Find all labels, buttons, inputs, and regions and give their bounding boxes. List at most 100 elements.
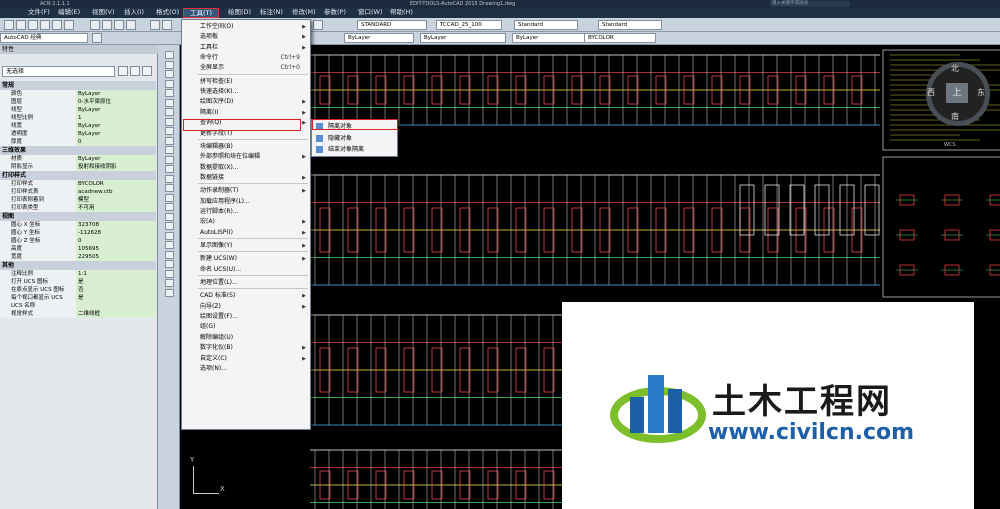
property-value[interactable]: ByLayer bbox=[76, 155, 156, 163]
property-value[interactable]: 1:1 bbox=[76, 270, 156, 278]
property-value[interactable]: 0 bbox=[76, 138, 156, 146]
plotstyle-control-combo[interactable]: BYCOLOR bbox=[584, 33, 656, 43]
match-icon[interactable] bbox=[126, 20, 136, 30]
palette-section-header[interactable]: 视图 bbox=[0, 212, 156, 221]
property-value[interactable]: 105695 bbox=[76, 245, 156, 253]
draw-tool-icon[interactable] bbox=[165, 108, 174, 116]
property-value[interactable]: ByLayer bbox=[76, 90, 156, 98]
draw-tool-icon[interactable] bbox=[165, 260, 174, 268]
property-row[interactable]: 打印样式 BYCOLOR bbox=[0, 180, 156, 188]
property-value[interactable]: 模型 bbox=[76, 196, 156, 204]
viewcube-east[interactable]: 东 bbox=[977, 87, 985, 98]
linetype-control-combo[interactable]: ByLayer bbox=[420, 33, 506, 43]
property-row[interactable]: 注释比例 1:1 bbox=[0, 270, 156, 278]
undo-icon[interactable] bbox=[150, 20, 160, 30]
tools-menu-item[interactable]: 显示图像(Y) ▶ bbox=[182, 240, 310, 252]
menu-10[interactable]: 参数(P) bbox=[318, 8, 352, 18]
cut-icon[interactable] bbox=[90, 20, 100, 30]
property-row[interactable]: UCS 名称 bbox=[0, 302, 156, 310]
draw-tool-icon[interactable] bbox=[165, 79, 174, 88]
palette-section-header[interactable]: 常规 bbox=[0, 81, 156, 90]
viewcube-west[interactable]: 西 bbox=[927, 87, 935, 98]
dim-style-combo[interactable]: TCCAD_25_100 bbox=[436, 20, 502, 30]
mleader-style-combo[interactable]: Standard bbox=[598, 20, 662, 30]
menu-6[interactable]: 工具(T) bbox=[183, 8, 220, 18]
draw-tool-icon[interactable] bbox=[165, 212, 174, 221]
viewcube-south[interactable]: 南 bbox=[951, 111, 959, 122]
draw-tool-icon[interactable] bbox=[165, 174, 174, 183]
draw-tool-icon[interactable] bbox=[165, 136, 174, 145]
property-row[interactable]: 透明度 ByLayer bbox=[0, 130, 156, 138]
wcs-label[interactable]: WCS bbox=[944, 142, 956, 148]
property-value[interactable]: 229505 bbox=[76, 253, 156, 261]
draw-tool-icon[interactable] bbox=[165, 241, 174, 249]
draw-tool-icon[interactable] bbox=[165, 222, 174, 230]
property-row[interactable]: 宽度 229505 bbox=[0, 253, 156, 261]
menu-12[interactable]: 帮助(H) bbox=[384, 8, 419, 18]
draw-tool-icon[interactable] bbox=[165, 155, 174, 164]
menu-8[interactable]: 标注(N) bbox=[254, 8, 289, 18]
plot-icon[interactable] bbox=[40, 20, 50, 30]
property-row[interactable]: 在原点显示 UCS 图标否 bbox=[0, 286, 156, 294]
property-row[interactable]: 线型 ByLayer bbox=[0, 106, 156, 114]
property-row[interactable]: 厚度 0 bbox=[0, 138, 156, 146]
publish-icon[interactable] bbox=[64, 20, 74, 30]
property-value[interactable]: 1 bbox=[76, 114, 156, 122]
workspace-combo[interactable]: AutoCAD 经典 bbox=[0, 33, 88, 43]
draw-tool-icon[interactable] bbox=[165, 51, 174, 59]
property-row[interactable]: 圆心 X 坐标 323708 bbox=[0, 221, 156, 229]
save-icon[interactable] bbox=[28, 20, 38, 30]
isolate-submenu-item[interactable]: 隐藏对象 bbox=[312, 133, 397, 144]
property-row[interactable]: 圆心 Y 坐标 -112628 bbox=[0, 229, 156, 237]
draw-tool-icon[interactable] bbox=[165, 60, 174, 69]
palette-section-header[interactable]: 其他 bbox=[0, 261, 156, 270]
property-row[interactable]: 每个视口都显示 UCS 是 bbox=[0, 294, 156, 302]
property-value[interactable]: 是 bbox=[76, 294, 156, 302]
draw-tool-icon[interactable] bbox=[165, 269, 174, 278]
property-value[interactable]: ByLayer bbox=[76, 122, 156, 130]
draw-tool-icon[interactable] bbox=[165, 279, 174, 287]
draw-tool-icon[interactable] bbox=[165, 288, 174, 297]
menu-4[interactable]: 插入(I) bbox=[118, 8, 150, 18]
tools-menu-item[interactable]: 全屏显示 Ctrl+0 bbox=[182, 62, 310, 74]
viewcube[interactable]: 北 南 东 西 上 bbox=[926, 62, 990, 126]
property-row[interactable]: 材质 ByLayer bbox=[0, 155, 156, 163]
table-style-combo[interactable]: Standard bbox=[514, 20, 578, 30]
property-row[interactable]: 线型比例 1 bbox=[0, 114, 156, 122]
property-value[interactable]: acadnew.ctb bbox=[76, 188, 156, 196]
menu-3[interactable]: 视图(V) bbox=[86, 8, 121, 18]
draw-tool-icon[interactable] bbox=[165, 193, 174, 202]
isolate-submenu-item[interactable]: 结束对象隔离 bbox=[312, 144, 397, 155]
draw-tool-icon[interactable] bbox=[165, 70, 174, 78]
workspace-settings-icon[interactable] bbox=[92, 33, 102, 43]
open-icon[interactable] bbox=[16, 20, 26, 30]
property-value[interactable]: 0 bbox=[76, 237, 156, 245]
draw-tool-icon[interactable] bbox=[165, 165, 174, 173]
draw-tool-icon[interactable] bbox=[165, 203, 174, 211]
property-row[interactable]: 阴影显示 投射和接收阴影 bbox=[0, 163, 156, 171]
property-row[interactable]: 线宽 ByLayer bbox=[0, 122, 156, 130]
palette-section-header[interactable]: 打印样式 bbox=[0, 171, 156, 180]
quick-select-icon[interactable] bbox=[142, 66, 152, 76]
text-style-icon[interactable] bbox=[313, 20, 323, 30]
menu-2[interactable]: 编辑(E) bbox=[52, 8, 86, 18]
selection-combo[interactable]: 无选择 bbox=[2, 66, 115, 77]
redo-icon[interactable] bbox=[162, 20, 172, 30]
tools-menu-item[interactable]: 命名 UCS(U)... bbox=[182, 264, 310, 276]
draw-tool-icon[interactable] bbox=[165, 117, 174, 126]
preview-icon[interactable] bbox=[52, 20, 62, 30]
property-value[interactable]: -112628 bbox=[76, 229, 156, 237]
property-value[interactable]: 投射和接收阴影 bbox=[76, 163, 156, 171]
lineweight-control-combo[interactable]: ByLayer bbox=[512, 33, 586, 43]
new-icon[interactable] bbox=[4, 20, 14, 30]
viewcube-north[interactable]: 北 bbox=[951, 63, 959, 74]
property-row[interactable]: 圆心 Z 坐标 0 bbox=[0, 237, 156, 245]
property-value[interactable]: BYCOLOR bbox=[76, 180, 156, 188]
menu-1[interactable]: 文件(F) bbox=[22, 8, 56, 18]
draw-tool-icon[interactable] bbox=[165, 98, 174, 107]
property-value[interactable]: 否 bbox=[76, 286, 156, 294]
color-control-combo[interactable]: ByLayer bbox=[344, 33, 414, 43]
tools-menu-item[interactable]: 数据链接 ▶ bbox=[182, 172, 310, 184]
tools-menu-item[interactable]: AutoLISP(I) ▶ bbox=[182, 227, 310, 239]
draw-tool-icon[interactable] bbox=[165, 231, 174, 240]
